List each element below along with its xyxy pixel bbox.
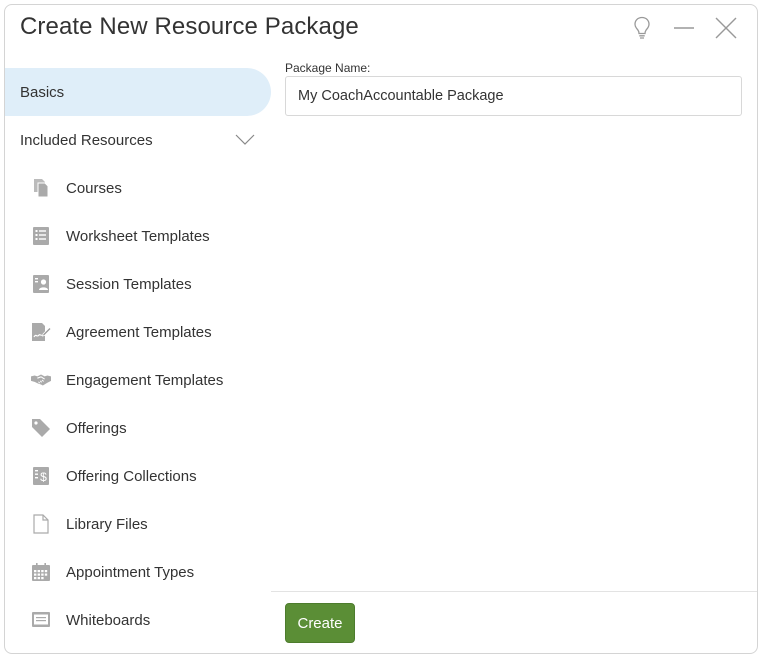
sidebar-item-basics[interactable]: Basics — [5, 68, 271, 116]
agreement-icon — [31, 322, 51, 342]
sidebar-item-label: Library Files — [66, 515, 148, 533]
calendar-icon — [31, 562, 51, 582]
sidebar-item-offerings[interactable]: Offerings — [5, 404, 271, 452]
window-controls — [621, 15, 747, 41]
dollar-icon: $ — [31, 466, 51, 486]
package-name-label: Package Name: — [285, 61, 371, 75]
svg-text:$: $ — [40, 470, 47, 484]
close-icon[interactable] — [705, 15, 747, 41]
sidebar-item-offering-collections[interactable]: $ Offering Collections — [5, 452, 271, 500]
sidebar-item-label: Basics — [20, 83, 65, 101]
dialog-footer: Create — [271, 591, 757, 653]
sidebar-item-whiteboards[interactable]: Whiteboards — [5, 596, 271, 644]
sidebar-nav: Basics Included Resources Courses Worksh… — [5, 68, 271, 644]
sidebar-item-label: Agreement Templates — [66, 323, 212, 341]
dialog-title: Create New Resource Package — [20, 13, 359, 40]
sidebar-item-courses[interactable]: Courses — [5, 164, 271, 212]
sidebar-item-label: Session Templates — [66, 275, 192, 293]
sidebar-item-label: Worksheet Templates — [66, 227, 210, 245]
sidebar-item-library-files[interactable]: Library Files — [5, 500, 271, 548]
create-resource-package-dialog: Create New Resource Package Basics Inclu… — [4, 4, 758, 654]
minimize-icon[interactable] — [663, 15, 705, 41]
sidebar-item-agreement-templates[interactable]: Agreement Templates — [5, 308, 271, 356]
sidebar-item-label: Offering Collections — [66, 467, 197, 485]
main-panel: Package Name: — [271, 53, 757, 591]
sidebar-item-label: Offerings — [66, 419, 127, 437]
sidebar-item-label: Appointment Types — [66, 563, 195, 581]
lightbulb-icon[interactable] — [621, 15, 663, 41]
sidebar-item-label: Engagement Templates — [66, 371, 224, 389]
sidebar-item-label: Courses — [66, 179, 122, 197]
whiteboard-icon — [31, 610, 51, 630]
sidebar-item-session-templates[interactable]: Session Templates — [5, 260, 271, 308]
package-name-input[interactable] — [285, 76, 742, 116]
courses-icon — [31, 178, 51, 198]
worksheet-icon — [31, 226, 51, 246]
sidebar-item-appointment-types[interactable]: Appointment Types — [5, 548, 271, 596]
tag-icon — [31, 418, 51, 438]
chevron-down-icon — [235, 134, 255, 145]
handshake-icon — [31, 370, 51, 390]
sidebar-item-engagement-templates[interactable]: Engagement Templates — [5, 356, 271, 404]
sidebar-item-worksheet-templates[interactable]: Worksheet Templates — [5, 212, 271, 260]
sidebar-item-label: Whiteboards — [66, 611, 151, 629]
sidebar-section-included-resources[interactable]: Included Resources — [5, 116, 271, 164]
file-icon — [31, 514, 51, 534]
create-button[interactable]: Create — [285, 603, 355, 643]
session-icon — [31, 274, 51, 294]
sidebar-section-label: Included Resources — [20, 131, 153, 149]
